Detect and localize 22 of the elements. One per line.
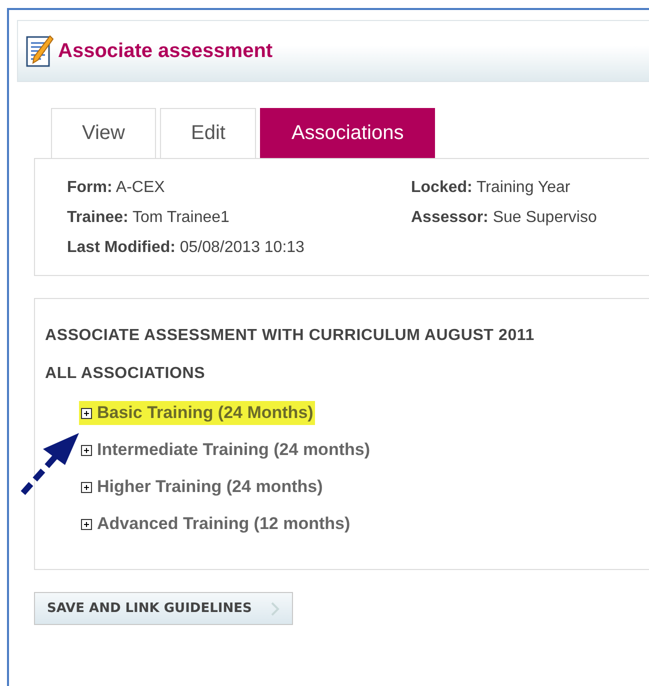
expand-icon [81,444,92,456]
tab[interactable]: Edit [160,108,256,158]
expand-icon [81,518,92,530]
detail-field: Assessor: Sue Superviso [411,209,649,227]
tree-item[interactable]: Higher Training (24 months) [79,475,325,499]
page-title: Associate assessment [58,40,273,62]
detail-field: Form: A-CEX [67,179,411,197]
tree-item[interactable]: Basic Training (24 Months) [79,401,316,425]
detail-field: Trainee: Tom Trainee1 [67,209,411,227]
tree-item[interactable]: Intermediate Training (24 months) [79,438,372,462]
tree-item[interactable]: Advanced Training (12 months) [79,512,352,536]
expand-icon [81,408,92,418]
expand-icon [81,482,92,492]
detail-field: Locked: Training Year [411,179,649,197]
document-pencil-icon [26,34,54,68]
tab[interactable]: Associations [260,108,435,158]
save-button[interactable]: SAVE AND LINK GUIDELINES [34,592,293,625]
tab[interactable]: View [51,108,156,158]
section-subheading: ALL ASSOCIATIONS [45,365,206,383]
section-heading: ASSOCIATE ASSESSMENT WITH CURRICULUM AUGUST 2011 [45,327,536,345]
chevron-icon [270,602,280,616]
detail-field: Last Modified: 05/08/2013 10:13 [67,239,411,257]
